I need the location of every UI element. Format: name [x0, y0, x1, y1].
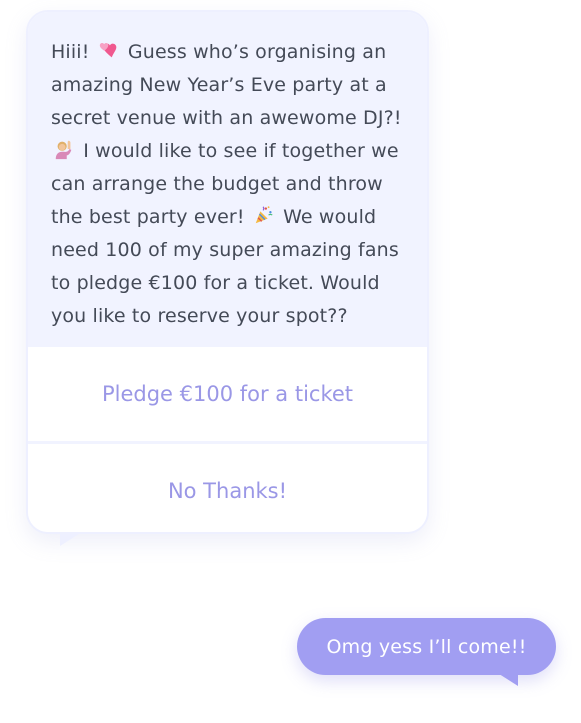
- pledge-ticket-button[interactable]: Pledge €100 for a ticket: [28, 347, 427, 441]
- chat-area: Hiii! Guess who’s organising an amazing …: [0, 0, 581, 723]
- person-raising-hand-icon: [55, 140, 72, 160]
- incoming-message-card: Hiii! Guess who’s organising an amazing …: [26, 10, 429, 534]
- incoming-bubble-tail: [60, 532, 82, 546]
- message-segment-greeting: Hiii!: [51, 41, 90, 63]
- reply-text: Omg yess I’ll come!!: [326, 635, 527, 658]
- incoming-message-text: Hiii! Guess who’s organising an amazing …: [28, 12, 427, 347]
- two-hearts-icon: [99, 42, 117, 58]
- no-thanks-button[interactable]: No Thanks!: [28, 444, 427, 532]
- outgoing-bubble-tail: [496, 672, 518, 686]
- outgoing-reply-bubble: Omg yess I’ll come!!: [297, 618, 556, 675]
- party-popper-icon: [255, 206, 273, 224]
